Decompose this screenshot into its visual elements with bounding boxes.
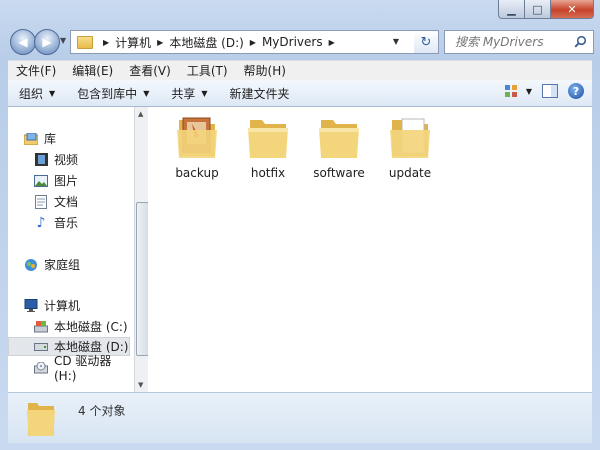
back-button[interactable]: ◀ (10, 29, 36, 55)
document-icon (34, 194, 48, 209)
chevron-right-icon[interactable]: ▶ (250, 38, 256, 47)
folder-icon (77, 35, 93, 49)
preview-pane-icon[interactable] (542, 84, 558, 98)
chevron-right-icon[interactable]: ▶ (103, 38, 109, 47)
explorer-window: ▁ □ ✕ ◀ ▶ ▼ ▶ 计算机 ▶ 本地磁盘 (D:) ▶ MyDriver… (0, 0, 600, 450)
music-note-icon: ♪ (36, 214, 46, 231)
folder-with-paper-icon (390, 118, 430, 158)
folder-icon (27, 403, 55, 436)
file-name: backup (175, 166, 219, 180)
menu-bar: 文件(F) 编辑(E) 查看(V) 工具(T) 帮助(H) (8, 60, 592, 80)
nav-item-computer[interactable]: 计算机 (24, 296, 80, 315)
chevron-down-icon: ▼ (201, 88, 208, 98)
folder-with-papers-icon (177, 117, 217, 158)
folder-icon (248, 120, 288, 158)
nav-label: 库 (44, 132, 57, 146)
refresh-button[interactable]: ↻ (414, 30, 439, 54)
include-in-library-button[interactable]: 包含到库中 ▼ (66, 85, 160, 102)
change-view-button[interactable]: ▼ (504, 84, 532, 98)
nav-label: 本地磁盘 (C:) (54, 320, 128, 334)
file-name: hotfix (250, 166, 286, 180)
nav-label: 家庭组 (44, 258, 81, 272)
homegroup-icon (24, 258, 38, 272)
address-dropdown-icon[interactable]: ▼ (393, 37, 399, 46)
drive-icon (34, 340, 48, 354)
scroll-down-icon[interactable]: ▼ (138, 381, 143, 389)
nav-item-documents[interactable]: 文档 (34, 192, 78, 211)
details-pane: 4 个对象 (8, 392, 592, 443)
nav-label: 音乐 (54, 216, 79, 230)
nav-item-drive-h[interactable]: CD 驱动器 (H:) (34, 354, 134, 383)
forward-button[interactable]: ▶ (34, 29, 60, 55)
view-options-icon (504, 85, 517, 97)
folder-item-backup[interactable]: backup (167, 114, 227, 180)
menu-file[interactable]: 文件(F) (8, 62, 64, 79)
menu-tools[interactable]: 工具(T) (179, 62, 236, 79)
arrow-right-icon: ▶ (42, 35, 52, 49)
navigation-bar: ◀ ▶ ▼ ▶ 计算机 ▶ 本地磁盘 (D:) ▶ MyDrivers ▶ ▼ … (8, 28, 594, 56)
nav-item-videos[interactable]: 视频 (34, 150, 78, 169)
nav-label: 视频 (54, 153, 79, 167)
navigation-scrollbar[interactable]: ▲ ▼ (134, 107, 149, 392)
file-list: backup hotfix software update (148, 107, 592, 392)
cd-drive-icon (34, 361, 48, 375)
folder-item-update[interactable]: update (380, 114, 440, 180)
chevron-right-icon[interactable]: ▶ (157, 38, 163, 47)
chevron-down-icon: ▼ (49, 88, 56, 98)
folder-item-software[interactable]: software (309, 114, 369, 180)
caption-buttons: ▁ □ ✕ (498, 0, 594, 19)
share-button[interactable]: 共享 ▼ (160, 85, 218, 102)
share-label: 共享 (171, 86, 196, 101)
video-icon (34, 153, 48, 167)
nav-item-drive-c[interactable]: 本地磁盘 (C:) (34, 317, 128, 336)
computer-icon (24, 299, 38, 313)
nav-label: CD 驱动器 (H:) (54, 354, 112, 383)
item-count: 4 个对象 (78, 404, 126, 418)
toolbar-right: ▼ ? (504, 83, 584, 99)
file-name: update (388, 166, 432, 180)
chevron-down-icon: ▼ (143, 88, 150, 98)
recent-pages-dropdown[interactable]: ▼ (60, 36, 66, 45)
folder-item-hotfix[interactable]: hotfix (238, 114, 298, 180)
nav-label: 文档 (54, 195, 79, 209)
picture-icon (34, 174, 48, 188)
menu-view[interactable]: 查看(V) (121, 62, 179, 79)
scroll-up-icon[interactable]: ▲ (138, 110, 143, 118)
chevron-down-icon: ▼ (525, 86, 532, 96)
nav-item-libraries[interactable]: 库 (24, 129, 56, 148)
library-icon (24, 132, 38, 146)
menu-edit[interactable]: 编辑(E) (64, 62, 121, 79)
search-icon[interactable] (574, 35, 587, 48)
arrow-left-icon: ◀ (18, 35, 28, 49)
command-bar: 组织 ▼ 包含到库中 ▼ 共享 ▼ 新建文件夹 ▼ ? (8, 80, 592, 107)
nav-item-music[interactable]: ♪ 音乐 (34, 213, 78, 232)
search-box[interactable] (444, 30, 594, 54)
address-bar[interactable]: ▶ 计算机 ▶ 本地磁盘 (D:) ▶ MyDrivers ▶ ▼ (70, 30, 422, 54)
nav-item-pictures[interactable]: 图片 (34, 171, 78, 190)
breadcrumb-drive-d[interactable]: 本地磁盘 (D:) (169, 34, 243, 51)
close-button[interactable]: ✕ (551, 0, 594, 19)
nav-item-homegroup[interactable]: 家庭组 (24, 255, 80, 274)
minimize-button[interactable]: ▁ (498, 0, 525, 19)
nav-label: 计算机 (44, 299, 81, 313)
search-input[interactable] (453, 34, 575, 50)
refresh-icon: ↻ (420, 34, 432, 50)
breadcrumb-mydrivers[interactable]: MyDrivers (262, 35, 323, 49)
menu-help[interactable]: 帮助(H) (236, 62, 294, 79)
new-folder-button[interactable]: 新建文件夹 (219, 85, 301, 102)
chevron-right-icon[interactable]: ▶ (329, 38, 335, 47)
nav-label: 图片 (54, 174, 79, 188)
organize-label: 组织 (19, 86, 44, 101)
include-library-label: 包含到库中 (77, 86, 138, 101)
system-drive-icon (34, 320, 48, 334)
navigation-pane: 库 视频 图片 文档 ♪ 音乐 家庭组 计算机 本地磁盘 (C:) 本地磁盘 (… (8, 107, 134, 392)
maximize-button[interactable]: □ (525, 0, 551, 19)
organize-button[interactable]: 组织 ▼ (8, 85, 66, 102)
file-name: software (313, 166, 365, 180)
help-button[interactable]: ? (568, 83, 584, 99)
breadcrumb-computer[interactable]: 计算机 (115, 34, 151, 51)
folder-icon (319, 120, 359, 158)
